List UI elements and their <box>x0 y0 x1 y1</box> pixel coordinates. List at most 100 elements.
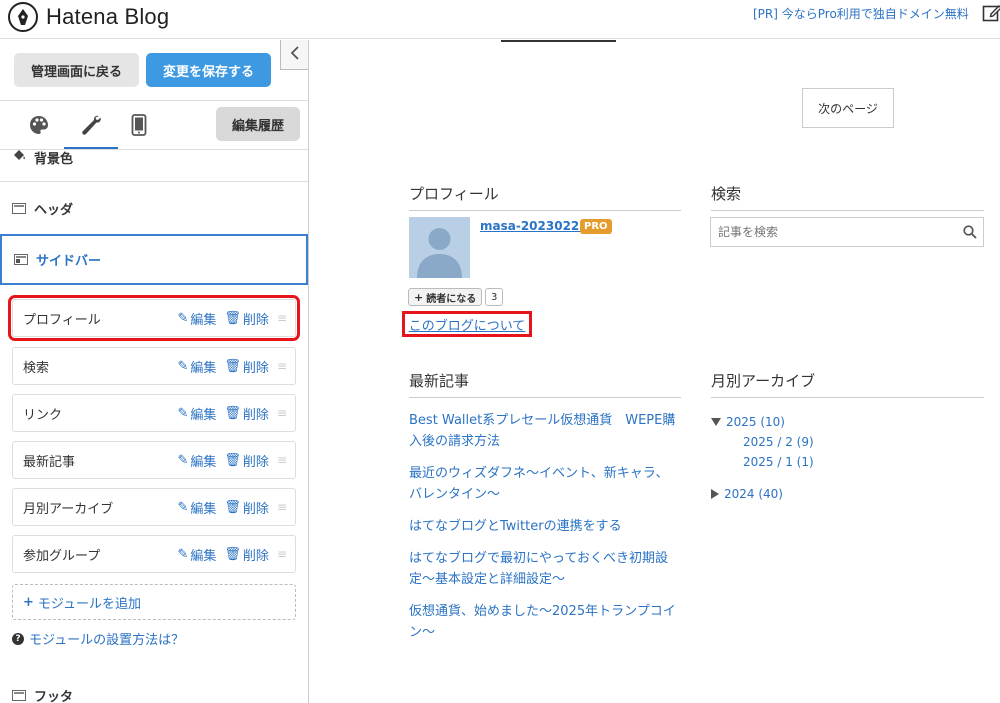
pencil-icon: ✎ <box>177 358 189 374</box>
tab-customize[interactable] <box>72 110 110 144</box>
drag-handle-icon[interactable]: ≡ <box>277 500 287 514</box>
entry-link[interactable]: 最近のウィズダフネ〜イベント、新キャラ、バレンタイン〜 <box>409 463 681 505</box>
edit-label: 編集 <box>190 548 217 564</box>
entry-link[interactable]: はてなブログで最初にやっておくべき初期設定〜基本設定と詳細設定〜 <box>409 548 681 590</box>
edit-module-button[interactable]: ✎ 編集 <box>177 498 216 517</box>
delete-module-button[interactable]: 🗑 削除 <box>224 404 269 423</box>
paint-bucket-icon <box>12 149 26 165</box>
edit-module-button[interactable]: ✎ 編集 <box>177 404 216 423</box>
triangle-right-icon <box>711 489 719 499</box>
pr-link[interactable]: [PR] 今ならPro利用で独自ドメイン無料 <box>753 5 969 22</box>
plus-icon: + <box>414 290 424 304</box>
username-link[interactable]: masa-20230228 <box>480 219 588 233</box>
collapse-panel-button[interactable] <box>280 40 308 70</box>
chevron-left-icon <box>290 45 300 64</box>
module-name: 検索 <box>23 360 50 376</box>
edit-icon[interactable] <box>982 3 1000 23</box>
back-to-admin-button[interactable]: 管理画面に戻る <box>14 53 139 87</box>
delete-module-button[interactable]: 🗑 削除 <box>224 309 269 328</box>
edit-label: 編集 <box>190 407 217 423</box>
pencil-icon: ✎ <box>177 499 189 515</box>
about-blog-link[interactable]: このブログについて <box>402 311 532 337</box>
blog-preview: 次のページ プロフィール masa-20230228 PRO + 読者になる 3… <box>310 40 1000 703</box>
add-module-button[interactable]: + モジュールを追加 <box>12 584 296 620</box>
module-links[interactable]: リンク ✎ 編集 🗑 削除 ≡ <box>12 394 296 432</box>
design-panel: 管理画面に戻る 変更を保存する 編集履歴 背景色 ヘッダ サイドバー プロフィー… <box>0 40 309 703</box>
search-icon[interactable] <box>957 225 983 239</box>
module-search[interactable]: 検索 ✎ 編集 🗑 削除 ≡ <box>12 347 296 385</box>
entry-link[interactable]: Best Wallet系プレセール仮想通貨 WEPE購入後の請求方法 <box>409 410 681 452</box>
divider <box>0 181 308 182</box>
delete-label: 削除 <box>242 360 269 376</box>
section-label: サイドバー <box>36 254 102 269</box>
pro-badge: PRO <box>580 219 612 234</box>
edit-module-button[interactable]: ✎ 編集 <box>177 357 216 376</box>
wrench-icon <box>79 113 103 141</box>
save-changes-button[interactable]: 変更を保存する <box>146 53 271 87</box>
module-help-link[interactable]: ? モジュールの設置方法は？ <box>12 629 184 648</box>
delete-module-button[interactable]: 🗑 削除 <box>224 357 269 376</box>
section-sidebar[interactable]: サイドバー <box>0 234 308 285</box>
subscribe-button[interactable]: + 読者になる <box>408 288 483 306</box>
search-form <box>710 217 984 247</box>
logo-text: Hatena Blog <box>46 4 170 29</box>
delete-module-button[interactable]: 🗑 削除 <box>224 545 269 564</box>
pencil-icon: ✎ <box>177 310 189 326</box>
profile-title: プロフィール <box>409 183 681 211</box>
trash-icon: 🗑 <box>224 405 241 421</box>
drag-handle-icon[interactable]: ≡ <box>277 453 287 467</box>
module-name: 参加グループ <box>23 548 101 564</box>
pencil-icon: ✎ <box>177 452 189 468</box>
layout-footer-icon <box>12 689 26 701</box>
drag-handle-icon[interactable]: ≡ <box>277 406 287 420</box>
section-header[interactable]: ヘッダ <box>0 188 308 228</box>
tab-design[interactable] <box>20 110 58 144</box>
section-label: ヘッダ <box>34 202 74 218</box>
subscribe-label: 読者になる <box>426 293 477 305</box>
plus-icon: + <box>23 594 34 610</box>
delete-label: 削除 <box>242 501 269 517</box>
archive-year-2025[interactable]: 2025 (10) <box>711 412 814 432</box>
module-profile[interactable]: プロフィール ✎ 編集 🗑 削除 ≡ <box>8 295 300 341</box>
module-name: 最新記事 <box>23 454 76 470</box>
edit-history-button[interactable]: 編集履歴 <box>216 107 300 141</box>
section-footer[interactable]: フッタ <box>0 684 308 703</box>
layout-header-icon <box>12 202 26 214</box>
module-name: プロフィール <box>23 312 101 328</box>
entry-link[interactable]: 仮想通貨、始めました〜2025年トランプコイン〜 <box>409 601 681 643</box>
edit-label: 編集 <box>190 360 217 376</box>
drag-handle-icon[interactable]: ≡ <box>277 359 287 373</box>
edit-module-button[interactable]: ✎ 編集 <box>177 309 216 328</box>
next-page-button[interactable]: 次のページ <box>802 88 894 128</box>
module-archive[interactable]: 月別アーカイブ ✎ 編集 🗑 削除 ≡ <box>12 488 296 526</box>
drag-handle-icon[interactable]: ≡ <box>277 547 287 561</box>
search-input[interactable] <box>718 225 957 239</box>
archive-month-link[interactable]: 2025 / 2 (9) <box>743 435 814 449</box>
edit-module-button[interactable]: ✎ 編集 <box>177 451 216 470</box>
hatena-blog-logo[interactable]: Hatena Blog <box>8 2 169 32</box>
question-icon: ? <box>12 632 24 645</box>
edit-label: 編集 <box>190 312 217 328</box>
section-background[interactable]: 背景色 <box>0 146 308 168</box>
section-label: フッタ <box>34 689 74 703</box>
drag-handle-icon[interactable]: ≡ <box>277 311 287 325</box>
triangle-down-icon <box>711 418 721 426</box>
edit-module-button[interactable]: ✎ 編集 <box>177 545 216 564</box>
archive-month-link[interactable]: 2025 / 1 (1) <box>743 455 814 469</box>
tab-smartphone[interactable] <box>120 110 158 144</box>
archive-year-link[interactable]: 2024 (40) <box>724 487 783 501</box>
delete-label: 削除 <box>242 312 269 328</box>
entry-link[interactable]: はてなブログとTwitterの連携をする <box>409 516 681 537</box>
divider <box>0 100 308 101</box>
delete-module-button[interactable]: 🗑 削除 <box>224 498 269 517</box>
avatar[interactable] <box>409 217 470 278</box>
module-recent-entries[interactable]: 最新記事 ✎ 編集 🗑 削除 ≡ <box>12 441 296 479</box>
archive-year-2024[interactable]: 2024 (40) <box>711 484 814 504</box>
archive-year-link[interactable]: 2025 (10) <box>726 415 785 429</box>
pencil-icon: ✎ <box>177 405 189 421</box>
search-title: 検索 <box>711 183 984 211</box>
layout-sidebar-icon <box>14 254 28 265</box>
module-groups[interactable]: 参加グループ ✎ 編集 🗑 削除 ≡ <box>12 535 296 573</box>
delete-module-button[interactable]: 🗑 削除 <box>224 451 269 470</box>
edit-label: 編集 <box>190 454 217 470</box>
